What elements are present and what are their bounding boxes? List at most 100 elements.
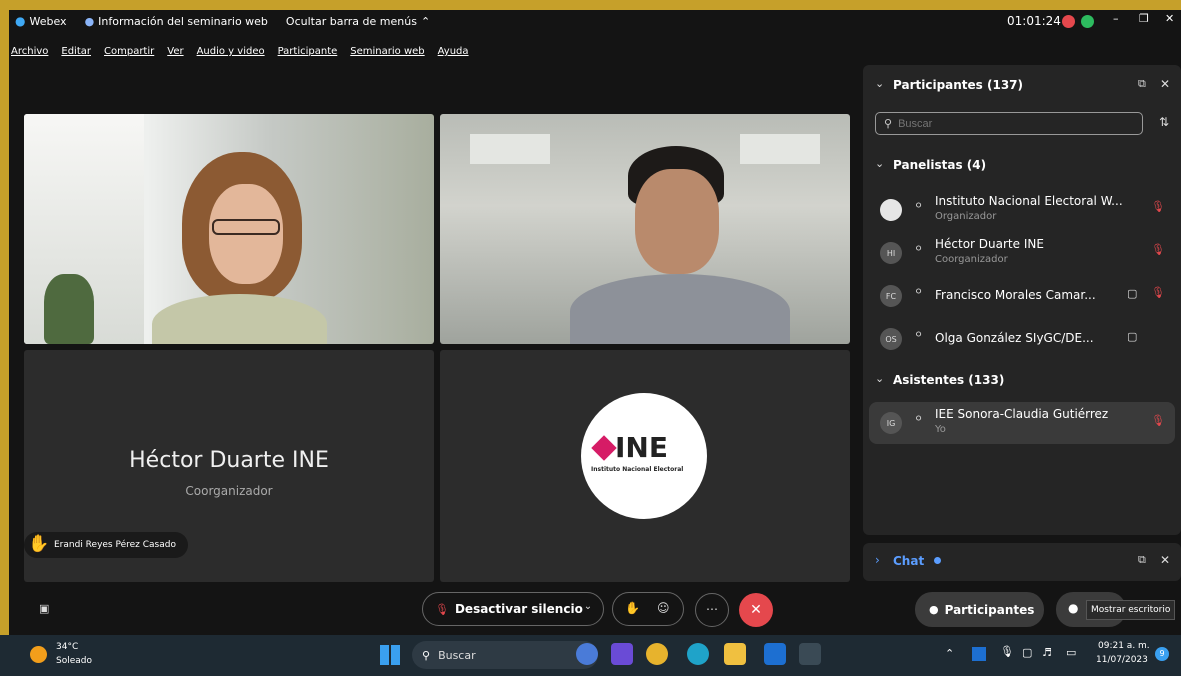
popout-icon[interactable]: ⧉: [1138, 77, 1146, 91]
menu-archivo[interactable]: Archivo: [11, 46, 48, 62]
person-body: [570, 274, 790, 344]
panel-close-icon[interactable]: ✕: [1160, 77, 1170, 91]
menu-ayuda[interactable]: Ayuda: [438, 46, 469, 62]
hide-menu-bar[interactable]: Ocultar barra de menús ⌃: [286, 15, 430, 28]
chevron-down-icon[interactable]: ⌄: [875, 157, 884, 170]
menu-ver[interactable]: Ver: [167, 46, 183, 62]
video-tile-ine[interactable]: INE Instituto Nacional Electoral: [440, 350, 850, 582]
file-explorer-icon[interactable]: [724, 643, 746, 665]
meet-icon[interactable]: [611, 643, 633, 665]
chat-panel-header[interactable]: › Chat ⧉ ✕: [863, 543, 1181, 581]
chrome-icon[interactable]: [646, 643, 668, 665]
copilot-icon[interactable]: [576, 643, 598, 665]
attendee-row-self[interactable]: IG ⚪ IEE Sonora-Claudia Gutiérrez Yo 🎙: [869, 402, 1175, 444]
panelist-role: Coorganizador: [935, 254, 1008, 265]
mic-muted-icon: 🎙: [435, 602, 449, 616]
raise-hand-icon[interactable]: ✋: [625, 601, 640, 615]
panelist-row[interactable]: FC ⚪ Francisco Morales Camar... ▢ 🎙: [863, 276, 1178, 316]
search-input[interactable]: [898, 117, 1119, 130]
hide-menu-label: Ocultar barra de menús: [285, 14, 417, 28]
menu-seminario[interactable]: Seminario web: [350, 46, 424, 62]
restore-icon[interactable]: ❐: [1139, 12, 1149, 25]
video-tile-participant-1[interactable]: [24, 114, 434, 344]
participants-icon: ●: [929, 603, 939, 616]
captions-icon[interactable]: ▣: [39, 602, 49, 615]
edge-icon[interactable]: [687, 643, 709, 665]
participants-title: Participantes (137): [893, 78, 1024, 92]
raised-hand-icon: ✋: [28, 534, 50, 554]
panelist-role: Organizador: [935, 211, 997, 222]
chevron-up-icon[interactable]: ⌃: [945, 647, 954, 660]
avatar: FC: [880, 285, 902, 307]
participant-name: Héctor Duarte INE: [129, 448, 329, 473]
volume-icon[interactable]: ♬: [1042, 646, 1052, 659]
title-bar: ● Webex ● Información del seminario web …: [9, 10, 1181, 32]
menu-audio-video[interactable]: Audio y video: [197, 46, 265, 62]
menu-compartir[interactable]: Compartir: [104, 46, 154, 62]
chat-label: Chat: [893, 554, 925, 568]
webex-logo[interactable]: ● Webex: [15, 14, 67, 28]
notification-badge[interactable]: 9: [1155, 647, 1169, 661]
chat-close-icon[interactable]: ✕: [1160, 553, 1170, 567]
emoji-icon[interactable]: ☺: [657, 601, 670, 615]
popout-icon[interactable]: ⧉: [1138, 553, 1146, 567]
mic-muted-icon[interactable]: 🎙: [1151, 414, 1165, 427]
start-icon[interactable]: [380, 645, 400, 665]
mic-muted-tray-icon[interactable]: 🎙: [1000, 645, 1014, 658]
close-icon[interactable]: ✕: [1165, 12, 1174, 25]
unmute-button[interactable]: 🎙 Desactivar silencio ⌄: [422, 592, 604, 626]
shield-icon: ●: [84, 14, 95, 28]
more-options-button[interactable]: ⋯: [695, 593, 729, 627]
chevron-right-icon: ›: [875, 553, 880, 567]
video-tile-name-card[interactable]: Héctor Duarte INE Coorganizador ✋ Erandi…: [24, 350, 434, 582]
webinar-info-label: Información del seminario web: [98, 14, 268, 28]
taskbar-search[interactable]: ⚲ Buscar: [412, 641, 598, 669]
attendee-name: IEE Sonora-Claudia Gutiérrez: [935, 407, 1109, 421]
clock-time[interactable]: 09:21 a. m.: [1098, 641, 1150, 651]
chevron-down-icon[interactable]: ⌄: [579, 601, 597, 617]
display-icon[interactable]: ▢: [1022, 646, 1032, 659]
panelist-row[interactable]: HI ⚪ Héctor Duarte INE Coorganizador 🎙: [863, 233, 1178, 273]
chevron-down-icon[interactable]: ⌄: [875, 372, 884, 385]
panelist-row[interactable]: ⚪ Instituto Nacional Electoral W... Orga…: [863, 190, 1178, 230]
leave-button[interactable]: ✕: [739, 593, 773, 627]
reactions-group: ✋ ☺: [612, 592, 684, 626]
webinar-info[interactable]: ● Información del seminario web: [85, 15, 268, 28]
chevron-down-icon[interactable]: ⌄: [875, 77, 884, 90]
camera-icon: ▢: [1127, 330, 1138, 343]
webex-taskbar-icon[interactable]: [799, 643, 821, 665]
video-tile-participant-2[interactable]: [440, 114, 850, 344]
glasses: [212, 219, 280, 235]
menu-editar[interactable]: Editar: [61, 46, 91, 62]
meeting-timer: 01:01:24: [1007, 14, 1061, 28]
panelist-name: Olga González SIyGC/DE...: [935, 331, 1094, 345]
audio-icon: ⚪: [914, 328, 924, 341]
audio-icon: ⚪: [914, 199, 924, 212]
ine-subtitle: Instituto Nacional Electoral: [591, 466, 684, 473]
outlook-icon[interactable]: [764, 643, 786, 665]
minimize-icon[interactable]: –: [1113, 12, 1119, 25]
panelists-header: Panelistas (4): [893, 158, 987, 172]
network-icon[interactable]: [1081, 15, 1094, 28]
search-icon: ⚲: [884, 117, 893, 130]
menu-participante[interactable]: Participante: [278, 46, 338, 62]
attendee-role: Yo: [935, 424, 946, 435]
participant-search[interactable]: ⚲: [875, 112, 1143, 135]
clock-date[interactable]: 11/07/2023: [1096, 655, 1148, 665]
mic-muted-icon[interactable]: 🎙: [1151, 286, 1165, 299]
weather-label: Soleado: [56, 656, 92, 666]
outlook-tray-icon[interactable]: [972, 647, 986, 661]
mic-muted-icon[interactable]: 🎙: [1151, 243, 1165, 256]
search-icon: ⚲: [422, 648, 431, 662]
participants-button-label: Participantes: [944, 602, 1035, 617]
unread-dot-icon: [934, 557, 941, 564]
sort-icon[interactable]: ⇅: [1159, 115, 1169, 129]
panelist-row[interactable]: OS ⚪ Olga González SIyGC/DE... ▢: [863, 319, 1178, 359]
taskbar: 34°C Soleado ⚲ Buscar ⌃ 🎙 ▢ ♬ ▭ 09:21 a.…: [0, 635, 1181, 676]
recording-icon[interactable]: [1062, 15, 1075, 28]
audio-icon: ⚪: [914, 242, 924, 255]
weather-icon[interactable]: [30, 646, 47, 663]
participants-button[interactable]: ● Participantes: [915, 592, 1044, 627]
mic-muted-icon[interactable]: 🎙: [1151, 200, 1165, 213]
battery-icon[interactable]: ▭: [1066, 646, 1076, 659]
